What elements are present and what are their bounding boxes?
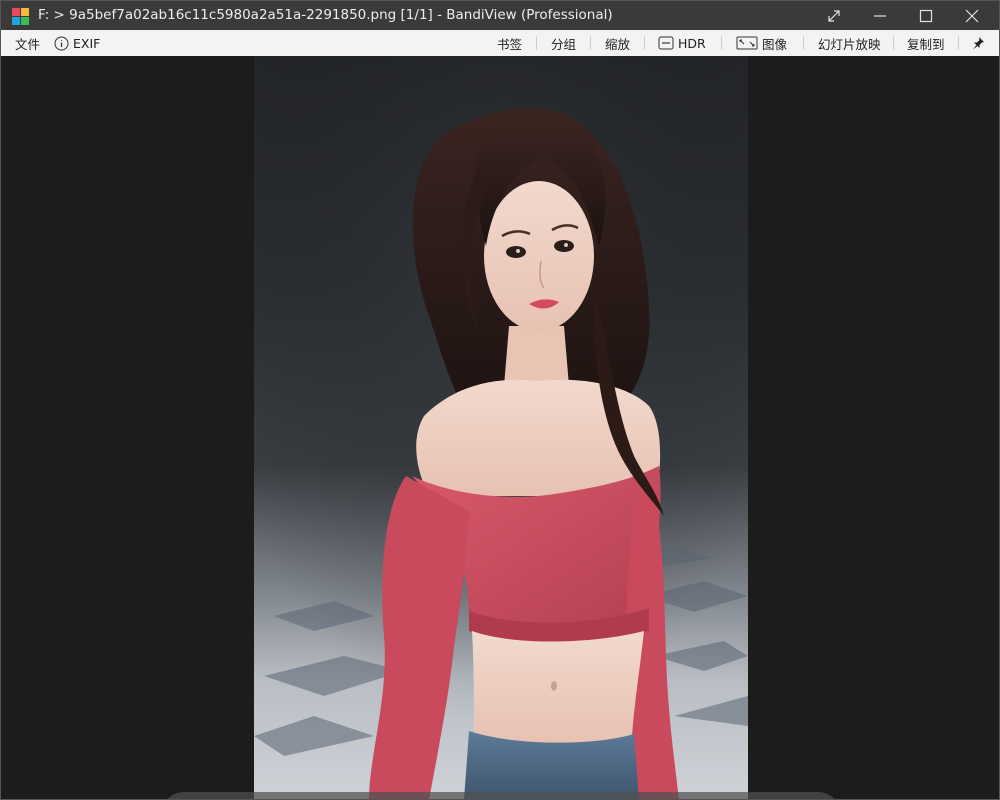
maximize-button[interactable] (903, 1, 949, 30)
menu-file[interactable]: 文件 (15, 30, 40, 56)
hdr-toggle-icon (658, 36, 674, 50)
menu-zoom-label: 缩放 (605, 36, 631, 52)
menu-bookmark-label: 书签 (497, 36, 523, 52)
menu-exif-label: EXIF (73, 35, 101, 51)
menu-image-label: 图像 (762, 36, 788, 52)
image-size-icon (736, 36, 758, 50)
image-viewer[interactable] (0, 56, 1000, 800)
menu-copy-to[interactable]: 复制到 (907, 30, 945, 56)
menu-bookmark[interactable]: 书签 (497, 30, 522, 56)
menu-divider (721, 36, 722, 50)
pin-icon (973, 37, 984, 50)
menu-divider (644, 36, 645, 50)
maximize-icon (919, 9, 933, 22)
menu-divider (803, 36, 804, 50)
menu-hdr-label: HDR (678, 35, 706, 51)
menu-zoom[interactable]: 缩放 (605, 30, 630, 56)
menu-slideshow[interactable]: 幻灯片放映 (818, 30, 881, 56)
close-button[interactable] (949, 1, 995, 30)
fullscreen-icon (828, 9, 840, 22)
menu-copy-to-label: 复制到 (907, 36, 945, 52)
menu-group-label: 分组 (551, 36, 577, 52)
minimize-icon (874, 14, 886, 17)
menu-file-label: 文件 (15, 36, 41, 52)
fullscreen-button[interactable] (811, 1, 857, 30)
minimize-button[interactable] (857, 1, 903, 30)
menu-divider (893, 36, 894, 50)
menu-group[interactable]: 分组 (551, 30, 576, 56)
menu-hdr[interactable]: HDR (658, 30, 706, 56)
menu-divider (536, 36, 537, 50)
menu-exif[interactable]: EXIF (54, 30, 100, 56)
info-icon (54, 36, 69, 51)
window-title: F: > 9a5bef7a02ab16c11c5980a2a51a-229185… (38, 7, 613, 23)
title-bar[interactable]: F: > 9a5bef7a02ab16c11c5980a2a51a-229185… (0, 0, 1000, 30)
menu-image[interactable]: 图像 (736, 30, 787, 56)
displayed-image (254, 56, 748, 799)
portrait-illustration (254, 56, 748, 799)
pin-menu-button[interactable] (971, 30, 985, 56)
menu-divider (958, 36, 959, 50)
menu-slideshow-label: 幻灯片放映 (818, 36, 881, 52)
menu-bar: 文件 EXIF 书签 分组 缩放 HDR 图像 幻灯片放映 复制到 (0, 30, 1000, 56)
bandiview-logo-icon (12, 8, 30, 26)
bottom-toolbar (161, 792, 841, 799)
menu-divider (590, 36, 591, 50)
close-icon (965, 9, 979, 22)
